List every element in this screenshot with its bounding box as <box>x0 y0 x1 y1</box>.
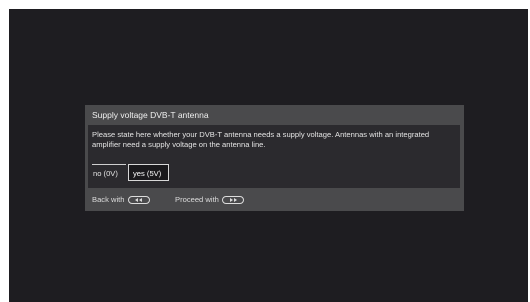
proceed-hint-label: Proceed with <box>175 195 219 204</box>
dialog-body: Please state here whether your DVB-T ant… <box>88 125 460 188</box>
back-hint: Back with <box>92 194 150 206</box>
fast-forward-key-icon <box>221 196 244 204</box>
supply-voltage-dialog: Supply voltage DVB-T antenna Please stat… <box>85 105 464 211</box>
back-hint-label: Back with <box>92 195 125 204</box>
rewind-key-icon <box>127 196 150 204</box>
dialog-message: Please state here whether your DVB-T ant… <box>92 130 430 149</box>
option-yes-5v[interactable]: yes (5V) <box>128 164 169 181</box>
screen-frame: Supply voltage DVB-T antenna Please stat… <box>0 0 530 302</box>
proceed-hint: Proceed with <box>175 194 244 206</box>
option-no-0v[interactable]: no (0V) <box>92 164 126 181</box>
dialog-title: Supply voltage DVB-T antenna <box>92 110 209 120</box>
